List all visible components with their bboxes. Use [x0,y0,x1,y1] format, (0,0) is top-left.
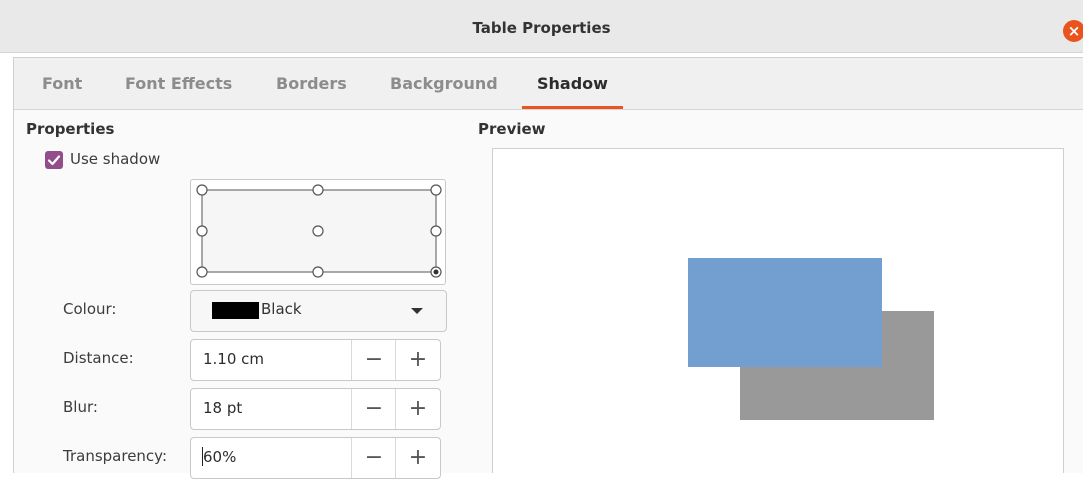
dialog-title: Table Properties [472,19,611,37]
distance-spinbox[interactable]: 1.10 cm − + [190,339,441,381]
position-middle-left [196,225,208,237]
close-button[interactable]: × [1063,20,1083,42]
minus-icon: − [364,445,384,470]
preview-heading: Preview [478,120,546,138]
preview-object [688,258,882,367]
text-cursor [202,447,203,466]
position-top-center [312,184,324,196]
active-tab-indicator [522,106,623,109]
blur-label: Blur: [63,398,98,416]
blur-increment-button[interactable]: + [395,389,440,429]
transparency-decrement-button[interactable]: − [351,438,396,478]
transparency-label: Transparency: [63,447,168,465]
blur-spinbox[interactable]: 18 pt − + [190,388,441,430]
transparency-value[interactable]: 60% [203,448,236,466]
tab-borders[interactable]: Borders [276,74,347,93]
transparency-increment-button[interactable]: + [395,438,440,478]
properties-heading: Properties [26,120,115,138]
plus-icon: + [408,445,428,470]
close-icon: × [1067,22,1081,40]
distance-value[interactable]: 1.10 cm [203,350,264,368]
colour-dropdown[interactable]: Black [190,290,447,332]
use-shadow-checkbox[interactable] [45,151,63,169]
title-bar: Table Properties × [0,0,1083,53]
shadow-position-selector[interactable] [190,179,446,285]
position-grid [196,184,442,278]
tab-font[interactable]: Font [42,74,82,93]
blur-decrement-button[interactable]: − [351,389,396,429]
minus-icon: − [364,396,384,421]
colour-label: Colour: [63,300,117,318]
use-shadow-label: Use shadow [70,150,161,168]
shadow-preview [492,148,1064,473]
distance-label: Distance: [63,349,134,367]
position-top-left [196,184,208,196]
transparency-spinbox[interactable]: 60% − + [190,437,441,479]
minus-icon: − [364,347,384,372]
tab-bar: Font Font Effects Borders Background Sha… [14,58,1083,110]
plus-icon: + [408,396,428,421]
position-middle-right [430,225,442,237]
colour-value: Black [261,300,302,318]
plus-icon: + [408,347,428,372]
distance-increment-button[interactable]: + [395,340,440,380]
position-top-right [430,184,442,196]
position-bottom-left [196,266,208,278]
tab-shadow[interactable]: Shadow [537,74,608,93]
checkmark-icon [47,155,61,166]
distance-decrement-button[interactable]: − [351,340,396,380]
tab-background[interactable]: Background [390,74,498,93]
preview-canvas [688,258,934,420]
colour-swatch [212,302,259,319]
position-center [312,225,324,237]
tab-font-effects[interactable]: Font Effects [125,74,232,93]
blur-value[interactable]: 18 pt [203,399,242,417]
position-bottom-center [312,266,324,278]
chevron-down-icon [411,308,423,314]
